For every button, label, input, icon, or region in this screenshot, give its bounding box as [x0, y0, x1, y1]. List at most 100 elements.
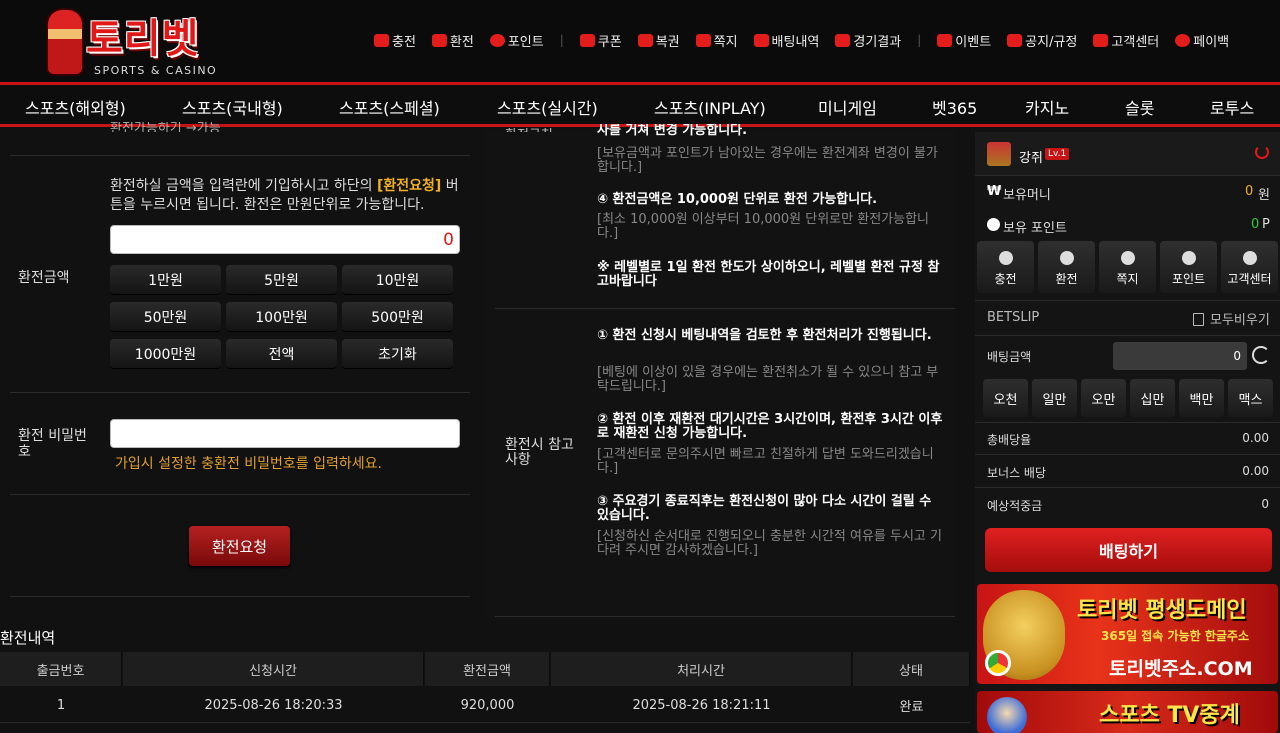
- quick-deposit-button[interactable]: 충전: [977, 241, 1034, 293]
- point-icon: [489, 33, 505, 47]
- mainnav-sports-live[interactable]: 스포츠(실시간): [497, 95, 598, 119]
- quick-support-button[interactable]: 고객센터: [1221, 241, 1278, 293]
- lottery-icon: [637, 33, 653, 47]
- quick-withdraw-button[interactable]: 환전: [1038, 241, 1095, 293]
- deposit-icon: [998, 251, 1013, 265]
- topnav-message[interactable]: 쪽지: [695, 31, 738, 50]
- bet-amount-input[interactable]: 0: [1113, 342, 1247, 370]
- banner1-url: 토리벳주소.COM: [1109, 658, 1253, 680]
- amount-btn-10[interactable]: 10만원: [342, 265, 453, 295]
- history-col-status: 상태: [853, 652, 970, 686]
- total-odds-label: 총배당율: [987, 433, 1032, 447]
- amount-btn-reset[interactable]: 초기화: [342, 339, 453, 369]
- site-logo[interactable]: 토리벳 SPORTS & CASINO: [42, 6, 232, 78]
- divider: [10, 494, 470, 495]
- chip-10000[interactable]: 일만: [1032, 379, 1077, 417]
- divider: [10, 392, 470, 393]
- domain-banner[interactable]: 토리벳 평생도메인 365일 접속 가능한 한글주소 토리벳주소.COM: [977, 584, 1278, 684]
- point-label: 보유 포인트: [1003, 221, 1067, 236]
- amount-btn-all[interactable]: 전액: [226, 339, 337, 369]
- amount-btn-100[interactable]: 100만원: [226, 302, 337, 332]
- topnav-payback[interactable]: 페이백: [1175, 31, 1229, 50]
- withdraw-request-button[interactable]: 환전요청: [189, 526, 290, 566]
- topnav-coupon[interactable]: 쿠폰: [579, 31, 622, 50]
- main-nav: 스포츠(해외형) 스포츠(국내형) 스포츠(스페셜) 스포츠(실시간) 스포츠(…: [0, 85, 1280, 127]
- cut-text: 환전가능하기 →가능: [110, 122, 221, 132]
- point-unit: P: [1262, 217, 1270, 232]
- point-icon: [987, 218, 1000, 231]
- mainnav-sports-overseas[interactable]: 스포츠(해외형): [25, 95, 126, 119]
- history-col-id: 출금번호: [0, 652, 122, 686]
- quick-message-button[interactable]: 쪽지: [1099, 241, 1156, 293]
- amount-instruction: 환전하실 금액을 입력란에 기입하시고 하단의 [환전요청] 버 튼을 누르시면 …: [110, 178, 459, 213]
- coupon-icon: [579, 33, 595, 47]
- amount-input[interactable]: 0: [110, 225, 460, 254]
- amount-btn-1000[interactable]: 1000만원: [110, 339, 221, 369]
- mainnav-minigame[interactable]: 미니게임: [818, 95, 877, 119]
- rules-label-cut: 환전규칙: [505, 124, 553, 132]
- banner2-title: 스포츠 TV중계: [1099, 703, 1240, 728]
- place-bet-button[interactable]: 배팅하기: [985, 528, 1272, 572]
- topnav-lottery[interactable]: 복권: [637, 31, 680, 50]
- right-panel: 강쥐 Lv.1 ₩ 보유머니 0 원 보유 포인트 0 P 충전 환전 쪽지 포…: [975, 132, 1280, 733]
- ref-3: ③ 주요경기 종료직후는 환전신청이 많아 다소 시간이 걸릴 수 있습니다.: [597, 494, 932, 523]
- chrome-icon: [985, 650, 1011, 676]
- password-input[interactable]: [110, 419, 460, 448]
- chip-50000[interactable]: 오만: [1081, 379, 1126, 417]
- level-badge: Lv.1: [1045, 148, 1070, 160]
- divider: [975, 454, 1280, 455]
- topnav-deposit[interactable]: 충전: [374, 31, 416, 50]
- topnav-event[interactable]: 이벤트: [937, 31, 991, 50]
- megaphone-icon: [1007, 33, 1023, 47]
- history-table: 출금번호 신청시간 환전금액 처리시간 상태 1 2025-08-26 18:2…: [0, 652, 970, 733]
- mainnav-bet365[interactable]: 벳365: [932, 95, 977, 119]
- money-unit: 원: [1258, 188, 1270, 203]
- history-title: 환전내역: [0, 629, 56, 647]
- topnav-bet-history[interactable]: 배팅내역: [753, 31, 819, 50]
- power-icon[interactable]: [1255, 145, 1269, 159]
- amount-btn-1[interactable]: 1만원: [110, 265, 221, 295]
- mainnav-sports-special[interactable]: 스포츠(스페셜): [339, 95, 440, 119]
- amount-label: 환전금액: [18, 270, 70, 286]
- tv-banner[interactable]: 스포츠 TV중계: [977, 691, 1278, 733]
- nav-separator: |: [559, 33, 564, 47]
- chip-100000[interactable]: 십만: [1130, 379, 1175, 417]
- topnav-support[interactable]: 고객센터: [1093, 31, 1159, 50]
- mainnav-sports-inplay[interactable]: 스포츠(INPLAY): [654, 95, 766, 119]
- chip-1000000[interactable]: 백만: [1179, 379, 1224, 417]
- history-cell-status: 완료: [899, 699, 924, 715]
- mainnav-lotus[interactable]: 로투스: [1210, 95, 1254, 119]
- row-divider: [0, 722, 970, 723]
- amount-btn-500[interactable]: 500만원: [342, 302, 453, 332]
- amount-btn-5[interactable]: 5만원: [226, 265, 337, 295]
- quick-point-button[interactable]: 포인트: [1160, 241, 1217, 293]
- mainnav-slot[interactable]: 슬롯: [1125, 95, 1154, 119]
- banner1-subtitle: 365일 접속 가능한 한글주소: [1101, 629, 1249, 643]
- topnav-notice[interactable]: 공지/규정: [1007, 31, 1077, 50]
- amount-btn-50[interactable]: 50만원: [110, 302, 221, 332]
- expected-label: 예상적중금: [987, 499, 1043, 513]
- history-cell-process-time: 2025-08-26 18:21:11: [632, 697, 771, 713]
- expected-value: 0: [1261, 497, 1269, 511]
- password-label: 환전 비밀번호: [18, 428, 87, 460]
- avatar: [987, 142, 1011, 166]
- topnav-withdraw[interactable]: 환전: [431, 31, 474, 50]
- chip-5000[interactable]: 오천: [983, 379, 1028, 417]
- chip-max[interactable]: 맥스: [1228, 379, 1273, 417]
- divider: [975, 335, 1280, 336]
- bonus-label: 보너스 배당: [987, 466, 1047, 480]
- clear-all-button[interactable]: 모두비우기: [1193, 309, 1270, 328]
- point-value: 0: [1251, 217, 1260, 232]
- rule-cut-line: 사를 거쳐 변경 가능합니다.: [597, 124, 748, 138]
- total-odds-value: 0.00: [1242, 431, 1269, 445]
- mascot-icon: [987, 697, 1027, 733]
- bet-amount-label: 배팅금액: [987, 350, 1032, 364]
- mail-icon: [695, 33, 711, 47]
- topnav-point[interactable]: 포인트: [489, 31, 544, 50]
- betslip-title: BETSLIP: [987, 310, 1040, 325]
- mainnav-sports-domestic[interactable]: 스포츠(국내형): [182, 95, 283, 119]
- nav-separator: |: [917, 33, 922, 47]
- refresh-icon[interactable]: [1252, 346, 1270, 364]
- topnav-results[interactable]: 경기결과: [835, 31, 901, 50]
- mainnav-casino[interactable]: 카지노: [1025, 95, 1069, 119]
